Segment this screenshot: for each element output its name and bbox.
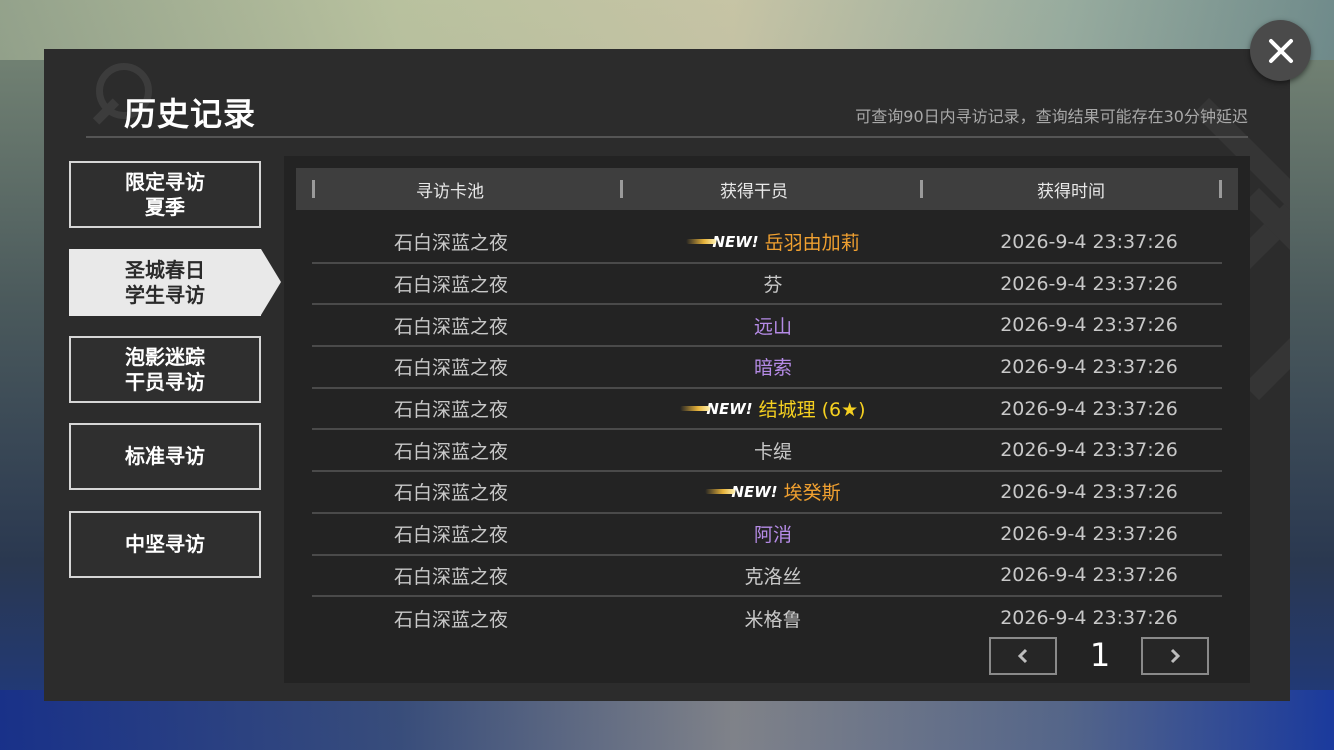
operator-cell: 阿消 <box>590 520 956 547</box>
tab-holy-city-spring[interactable]: 圣城春日 学生寻访 <box>69 249 281 316</box>
pool-cell: 石白深蓝之夜 <box>393 440 508 463</box>
table-row: 石白深蓝之夜 暗索 2026-9-4 23:37:26 <box>312 347 1222 389</box>
close-button[interactable] <box>1250 20 1311 81</box>
prev-page-button[interactable] <box>989 637 1057 675</box>
pool-cell: 石白深蓝之夜 <box>393 399 508 422</box>
chevron-right-icon <box>1170 648 1181 664</box>
operator-cell: 远山 <box>590 312 956 339</box>
dialog-title: 历史记录 <box>124 95 257 133</box>
pool-cell: 石白深蓝之夜 <box>393 274 508 297</box>
time-cell: 2026-9-4 23:37:26 <box>1000 480 1178 503</box>
next-page-button[interactable] <box>1141 637 1209 675</box>
time-cell: 2026-9-4 23:37:26 <box>1000 314 1178 337</box>
pool-cell: 石白深蓝之夜 <box>393 565 508 588</box>
table-row: 石白深蓝之夜 米格鲁 2026-9-4 23:37:26 <box>312 597 1222 639</box>
pool-cell: 石白深蓝之夜 <box>393 608 508 631</box>
time-cell: 2026-9-4 23:37:26 <box>1000 439 1178 462</box>
new-badge: NEW! <box>686 233 759 251</box>
table-row: 石白深蓝之夜 克洛丝 2026-9-4 23:37:26 <box>312 556 1222 598</box>
table-row: 石白深蓝之夜 NEW! 埃癸斯 2026-9-4 23:37:26 <box>312 472 1222 514</box>
close-icon <box>1268 38 1293 63</box>
operator-name: 芬 <box>763 274 783 297</box>
time-cell: 2026-9-4 23:37:26 <box>1000 355 1178 378</box>
operator-cell: 暗索 <box>590 353 956 380</box>
operator-cell: 克洛丝 <box>590 562 956 589</box>
dialog-subtitle: 可查询90日内寻访记录，查询结果可能存在30分钟延迟 <box>855 107 1248 126</box>
header-pool: 寻访卡池 <box>296 168 604 210</box>
operator-name: 卡缇 <box>753 440 792 463</box>
operator-name: 结城理 (6★) <box>758 399 866 422</box>
pool-cell: 石白深蓝之夜 <box>393 357 508 380</box>
pool-cell: 石白深蓝之夜 <box>393 232 508 255</box>
table-row: 石白深蓝之夜 NEW! 结城理 (6★) 2026-9-4 23:37:26 <box>312 389 1222 431</box>
new-badge: NEW! <box>705 483 778 501</box>
tab-standard[interactable]: 标准寻访 <box>69 423 261 490</box>
operator-name: 岳羽由加莉 <box>764 232 860 255</box>
history-dialog: 历史记录 可查询90日内寻访记录，查询结果可能存在30分钟延迟 限定寻访 夏季 … <box>44 49 1290 701</box>
time-cell: 2026-9-4 23:37:26 <box>1000 272 1178 295</box>
operator-name: 埃癸斯 <box>783 482 841 505</box>
operator-name: 远山 <box>753 315 792 338</box>
tab-bubble-shadow[interactable]: 泡影迷踪 干员寻访 <box>69 336 261 403</box>
table-row: 石白深蓝之夜 卡缇 2026-9-4 23:37:26 <box>312 430 1222 473</box>
pool-cell: 石白深蓝之夜 <box>393 315 508 338</box>
header-time: 获得时间 <box>904 168 1238 210</box>
operator-cell: 芬 <box>590 270 956 297</box>
chevron-left-icon <box>1017 648 1028 664</box>
table-row: 石白深蓝之夜 NEW! 岳羽由加莉 2026-9-4 23:37:26 <box>312 222 1222 264</box>
history-table: 寻访卡池 获得干员 获得时间 石白深蓝之夜 NEW! 岳羽由加莉 2026-9-4 2… <box>284 156 1250 683</box>
new-badge: NEW! <box>680 400 753 418</box>
pool-cell: 石白深蓝之夜 <box>393 482 508 505</box>
table-body: 石白深蓝之夜 NEW! 岳羽由加莉 2026-9-4 23:37:26 石白深蓝之夜芬 2… <box>312 222 1222 639</box>
operator-cell: 米格鲁 <box>590 605 956 632</box>
operator-name: 阿消 <box>753 524 792 547</box>
table-row: 石白深蓝之夜 芬 2026-9-4 23:37:26 <box>312 264 1222 306</box>
operator-cell: NEW! 岳羽由加莉 <box>590 228 956 255</box>
operator-cell: 卡缇 <box>590 437 956 464</box>
tab-core[interactable]: 中坚寻访 <box>69 511 261 578</box>
table-header: 寻访卡池 获得干员 获得时间 <box>296 168 1238 210</box>
time-cell: 2026-9-4 23:37:26 <box>1000 522 1178 545</box>
pool-cell: 石白深蓝之夜 <box>393 524 508 547</box>
operator-name: 克洛丝 <box>744 565 802 588</box>
time-cell: 2026-9-4 23:37:26 <box>1000 607 1178 630</box>
operator-name: 暗索 <box>753 357 792 380</box>
operator-name: 米格鲁 <box>744 608 802 631</box>
time-cell: 2026-9-4 23:37:26 <box>1000 564 1178 587</box>
time-cell: 2026-9-4 23:37:26 <box>1000 230 1178 253</box>
operator-cell: NEW! 结城理 (6★) <box>590 395 956 422</box>
time-cell: 2026-9-4 23:37:26 <box>1000 397 1178 420</box>
table-row: 石白深蓝之夜 阿消 2026-9-4 23:37:26 <box>312 514 1222 556</box>
page-number: 1 <box>1089 636 1111 674</box>
header-operator: 获得干员 <box>604 168 904 210</box>
tab-limited-summer[interactable]: 限定寻访 夏季 <box>69 161 261 228</box>
title-divider <box>86 136 1248 138</box>
table-row: 石白深蓝之夜 远山 2026-9-4 23:37:26 <box>312 305 1222 348</box>
operator-cell: NEW! 埃癸斯 <box>590 478 956 505</box>
